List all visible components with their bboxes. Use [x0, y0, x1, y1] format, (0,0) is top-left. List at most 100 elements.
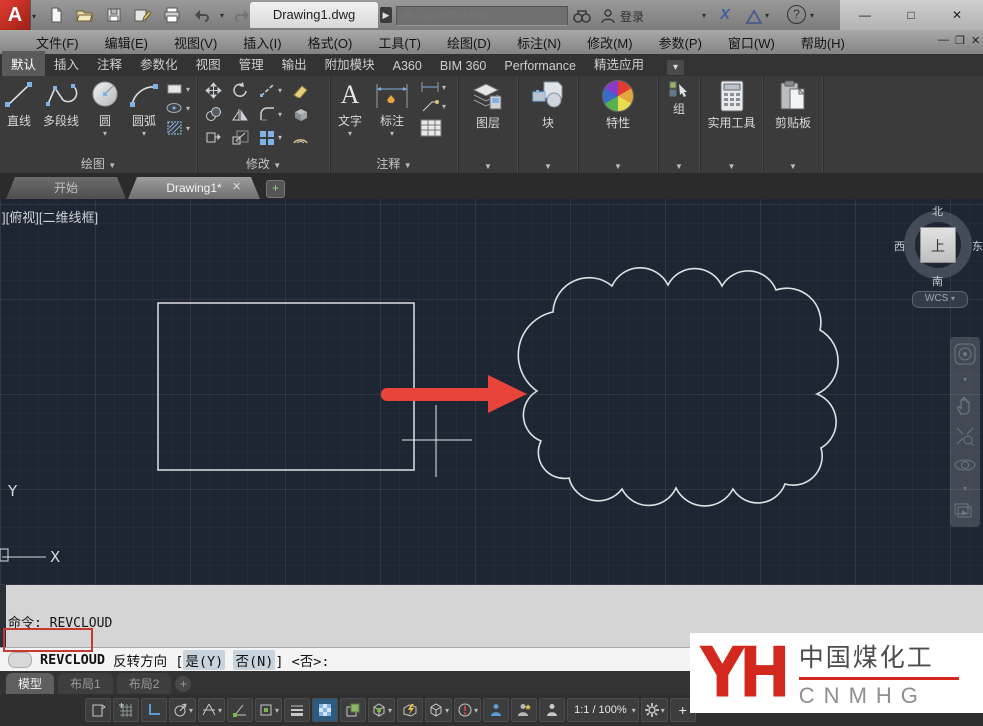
ribbon-display-toggle[interactable]: ▾	[666, 60, 684, 75]
doc-close-button[interactable]: ✕	[971, 34, 980, 47]
panel-utilities-expander[interactable]: ▼	[700, 158, 763, 172]
save-icon[interactable]	[104, 5, 124, 25]
panel-annotation-label[interactable]: 注释 ▼	[330, 155, 458, 172]
doc-restore-button[interactable]: ❐	[955, 34, 965, 47]
panel-clipboard-expander[interactable]: ▼	[763, 158, 823, 172]
gizmo-toggle[interactable]: ▾	[425, 698, 453, 722]
dimension-dropdown-icon[interactable]: ▾	[372, 129, 412, 138]
exchange-apps-icon[interactable]: X	[720, 6, 730, 23]
dimension-tool[interactable]: 标注 ▾	[372, 80, 412, 138]
wheel-dropdown-icon[interactable]: ▾	[963, 375, 967, 384]
tab-addins[interactable]: 附加模块	[316, 51, 384, 76]
rotate-tool[interactable]	[232, 82, 249, 99]
option-yes[interactable]: 是(Y)	[183, 649, 226, 670]
tab-bim360[interactable]: BIM 360	[431, 56, 496, 76]
new-layout-button[interactable]: +	[175, 676, 192, 692]
wcs-menu[interactable]: WCS ▾	[912, 291, 968, 308]
tab-performance[interactable]: Performance	[495, 56, 585, 76]
rectangle-tool[interactable]: ▾	[166, 82, 190, 96]
undo-icon[interactable]	[191, 5, 211, 25]
command-options-icon[interactable]	[8, 651, 32, 668]
sign-in-button[interactable]: 登录	[620, 8, 644, 25]
viewcube-west[interactable]: 西	[894, 238, 905, 254]
fillet-tool[interactable]: ▾	[259, 107, 282, 122]
clipboard-button[interactable]: 剪贴板	[767, 80, 819, 131]
open-file-icon[interactable]	[75, 5, 95, 25]
isodraft-toggle[interactable]: ▾	[198, 698, 226, 722]
ellipse-tool[interactable]: ▾	[166, 101, 190, 115]
menu-view[interactable]: 视图(V)	[174, 33, 217, 52]
lineweight-toggle[interactable]	[284, 698, 311, 722]
grid-display-toggle[interactable]	[113, 698, 139, 722]
print-icon[interactable]	[162, 5, 182, 25]
signin-dropdown-icon[interactable]: ▾	[702, 11, 706, 20]
drawn-rectangle[interactable]	[157, 302, 415, 471]
dynamic-ucs-toggle[interactable]	[397, 698, 424, 722]
annotation-monitor-toggle[interactable]: ▾	[454, 698, 482, 722]
table-tool[interactable]	[420, 119, 446, 137]
annotation-scale-value[interactable]: 1:1 / 100% ▾	[567, 698, 639, 722]
polar-tracking-toggle[interactable]: ▾	[169, 698, 197, 722]
offset-tool[interactable]	[292, 130, 309, 145]
selection-cycling-toggle[interactable]	[340, 698, 367, 722]
arc-tool[interactable]: 圆弧 ▾	[124, 80, 164, 138]
title-expand-icon[interactable]: ▶	[380, 7, 392, 23]
viewcube-east[interactable]: 东	[972, 238, 983, 254]
tab-output[interactable]: 输出	[273, 51, 316, 76]
panel-modify-label[interactable]: 修改 ▼	[197, 155, 330, 172]
customization-gear[interactable]: ▾	[640, 698, 668, 722]
menu-dimension[interactable]: 标注(N)	[517, 33, 561, 52]
save-as-icon[interactable]	[133, 5, 153, 25]
a360-icon[interactable]	[744, 7, 764, 27]
orbit-dropdown-icon[interactable]: ▾	[963, 484, 967, 493]
circle-tool[interactable]: 圆 ▾	[88, 80, 122, 138]
minimize-button[interactable]: —	[852, 6, 878, 24]
layers-button[interactable]: 图层	[464, 80, 512, 131]
osnap-3d-toggle[interactable]: ▾	[368, 698, 396, 722]
model-space-canvas[interactable]: ][俯视][二维线框] Y X 北 南 西 东 上 WCS ▾ ▾ ▾	[0, 199, 983, 585]
linear-dimension-tool[interactable]: ▾	[420, 81, 446, 93]
properties-button[interactable]: 特性	[594, 80, 642, 131]
viewcube-north[interactable]: 北	[932, 203, 943, 219]
model-paper-toggle[interactable]	[85, 698, 111, 722]
panel-block-expander[interactable]: ▼	[518, 158, 578, 172]
option-no[interactable]: 否(N)	[233, 649, 276, 670]
viewcube-top-face[interactable]: 上	[920, 227, 956, 263]
file-tab-start[interactable]: 开始	[6, 177, 126, 199]
circle-dropdown-icon[interactable]: ▾	[88, 129, 122, 138]
help-icon[interactable]: ?	[787, 5, 806, 24]
tab-a360[interactable]: A360	[384, 56, 431, 76]
menu-edit[interactable]: 编辑(E)	[105, 33, 148, 52]
annotation-visibility-toggle[interactable]	[483, 698, 510, 722]
explode-tool[interactable]	[292, 107, 309, 122]
a360-dropdown-icon[interactable]: ▾	[765, 11, 769, 20]
hatch-tool[interactable]: ▾	[166, 120, 190, 136]
search-binoculars-icon[interactable]	[572, 6, 592, 26]
panel-group-expander[interactable]: ▼	[658, 158, 700, 172]
panel-layers-expander[interactable]: ▼	[458, 158, 518, 172]
zoom-icon[interactable]	[955, 426, 975, 446]
scale-tool[interactable]	[232, 130, 249, 145]
group-button[interactable]: 组	[662, 80, 696, 117]
erase-tool[interactable]	[292, 83, 309, 98]
stretch-tool[interactable]	[205, 130, 222, 145]
tab-manage[interactable]: 管理	[230, 51, 273, 76]
menu-insert[interactable]: 插入(I)	[243, 33, 281, 52]
menu-tools[interactable]: 工具(T)	[378, 33, 421, 52]
search-input[interactable]	[397, 8, 575, 26]
orbit-icon[interactable]	[954, 456, 976, 474]
transparency-toggle[interactable]	[312, 698, 339, 722]
viewcube-south[interactable]: 南	[932, 273, 943, 289]
file-tab-close-icon[interactable]: ✕	[232, 181, 241, 193]
trim-tool[interactable]: ▾	[259, 83, 282, 98]
osnap-tracking-toggle[interactable]	[227, 698, 254, 722]
tab-model[interactable]: 模型	[6, 673, 55, 694]
tab-layout2[interactable]: 布局2	[116, 673, 172, 694]
tab-annotate[interactable]: 注释	[88, 51, 131, 76]
user-icon[interactable]	[598, 6, 618, 26]
panel-draw-label[interactable]: 绘图 ▼	[0, 155, 197, 172]
app-menu-dropdown-icon[interactable]: ▾	[32, 12, 36, 21]
help-dropdown-icon[interactable]: ▾	[810, 11, 814, 20]
line-tool[interactable]: 直线	[2, 80, 36, 129]
menu-file[interactable]: 文件(F)	[36, 33, 79, 52]
